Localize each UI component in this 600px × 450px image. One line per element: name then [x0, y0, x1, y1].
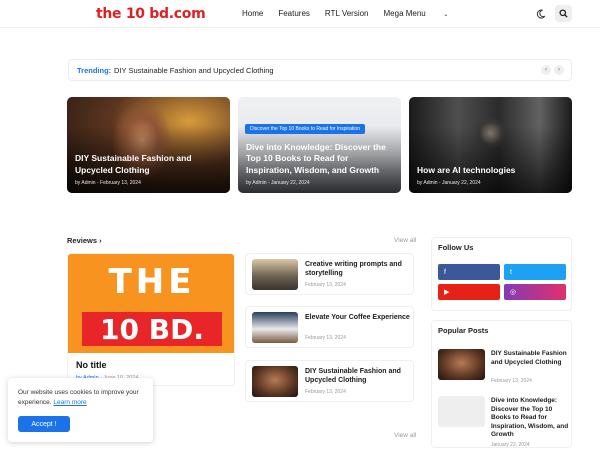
search-icon	[559, 9, 568, 18]
search-button[interactable]	[555, 5, 572, 22]
site-header: the 10 bd.com Home Features RTL Version …	[0, 0, 600, 28]
post-thumbnail[interactable]	[252, 259, 298, 290]
follow-us-heading: Follow Us	[438, 243, 474, 252]
post-thumbnail[interactable]	[438, 396, 485, 427]
nav-mega-menu[interactable]: Mega Menu ⌄	[384, 9, 464, 18]
nav-rtl-version[interactable]: RTL Version	[325, 9, 369, 18]
hero-meta: by Admin - January 22, 2024	[417, 180, 481, 186]
post-thumbnail[interactable]	[438, 349, 485, 380]
post-title[interactable]: Creative writing prompts and storytellin…	[305, 260, 411, 278]
reviews-heading-label: Reviews	[67, 236, 98, 245]
facebook-icon: f	[444, 268, 446, 276]
featured-image: THE 10 BD.	[68, 254, 234, 353]
list-item[interactable]: Creative writing prompts and storytellin…	[245, 253, 414, 295]
youtube-button[interactable]: ▶	[438, 284, 500, 300]
list-item[interactable]: DIY Sustainable Fashion and Upcycled Clo…	[245, 360, 414, 402]
hero-tag[interactable]: Discover the Top 10 Books to Read for In…	[245, 124, 365, 134]
featured-title[interactable]: No title	[76, 360, 107, 370]
featured-review-card[interactable]: THE 10 BD. No title by Admin - June 10, …	[67, 253, 235, 386]
popular-posts-widget: Popular Posts DIY Sustainable Fashion an…	[431, 320, 572, 448]
twitter-button[interactable]: t	[504, 264, 566, 280]
trending-link[interactable]: DIY Sustainable Fashion and Upcycled Clo…	[114, 66, 274, 75]
cookie-banner: Our website uses cookies to improve your…	[8, 378, 153, 442]
list-item[interactable]: Elevate Your Coffee Experience February …	[245, 306, 414, 348]
hero-card[interactable]: How are AI technologies by Admin - Janua…	[409, 97, 572, 193]
post-date: February 13, 2024	[491, 378, 532, 384]
hero-card[interactable]: Discover the Top 10 Books to Read for In…	[238, 97, 401, 193]
hero-meta: by Admin - February 13, 2024	[75, 180, 141, 186]
post-date: February 13, 2024	[305, 282, 346, 288]
header-actions	[535, 5, 572, 22]
site-logo[interactable]: the 10 bd.com	[96, 6, 206, 22]
accept-cookies-button[interactable]: Accept !	[18, 416, 70, 432]
popular-post-title[interactable]: DIY Sustainable Fashion and Upcycled Clo…	[491, 350, 569, 367]
learn-more-link[interactable]: Learn more	[53, 399, 86, 406]
post-title[interactable]: Elevate Your Coffee Experience	[305, 313, 411, 322]
instagram-button[interactable]: ◎	[504, 284, 566, 300]
chevron-down-icon: ⌄	[441, 12, 449, 18]
post-date: February 13, 2024	[305, 389, 346, 395]
featured-logo-top: THE	[80, 262, 224, 302]
popular-posts-heading: Popular Posts	[438, 326, 489, 335]
youtube-icon: ▶	[444, 289, 450, 296]
cookie-message: Our website uses cookies to improve your…	[18, 389, 139, 406]
post-thumbnail[interactable]	[252, 366, 298, 397]
hero-title[interactable]: How are AI technologies	[417, 165, 564, 177]
trending-label: Trending:	[77, 66, 112, 75]
moon-icon[interactable]	[535, 8, 547, 20]
view-all-link[interactable]: View all	[394, 237, 416, 244]
chevron-right-icon: ›	[99, 236, 102, 245]
reviews-heading[interactable]: Reviews ›	[67, 236, 102, 245]
instagram-icon: ◎	[510, 289, 517, 296]
post-date: January 22, 2024	[491, 442, 530, 448]
post-title[interactable]: DIY Sustainable Fashion and Upcycled Clo…	[305, 367, 411, 385]
view-all-link[interactable]: View all	[394, 432, 416, 439]
follow-us-widget: Follow Us f t ▶ ◎	[431, 237, 572, 311]
main-nav: Home Features RTL Version Mega Menu ⌄	[242, 9, 478, 18]
popular-post-title[interactable]: Dive into Knowledge: Discover the Top 10…	[491, 397, 569, 440]
twitter-icon: t	[510, 268, 512, 276]
chevron-left-icon[interactable]: ‹	[541, 65, 551, 75]
featured-logo-bottom: 10 BD.	[82, 312, 222, 346]
chevron-right-icon[interactable]: ›	[554, 65, 564, 75]
facebook-button[interactable]: f	[438, 264, 500, 280]
nav-home[interactable]: Home	[242, 9, 263, 18]
post-thumbnail[interactable]	[252, 312, 298, 343]
hero-title[interactable]: DIY Sustainable Fashion and Upcycled Clo…	[75, 153, 222, 176]
trending-ticker: Trending: DIY Sustainable Fashion and Up…	[68, 59, 572, 81]
hero-card[interactable]: DIY Sustainable Fashion and Upcycled Clo…	[67, 97, 230, 193]
trending-nav: ‹ ›	[541, 65, 564, 75]
nav-features[interactable]: Features	[278, 9, 310, 18]
post-date: February 13, 2024	[305, 335, 346, 341]
nav-mega-menu-label: Mega Menu	[383, 9, 426, 18]
hero-meta: by Admin - January 22, 2024	[246, 180, 310, 186]
hero-title[interactable]: Dive into Knowledge: Discover the Top 10…	[246, 142, 393, 177]
